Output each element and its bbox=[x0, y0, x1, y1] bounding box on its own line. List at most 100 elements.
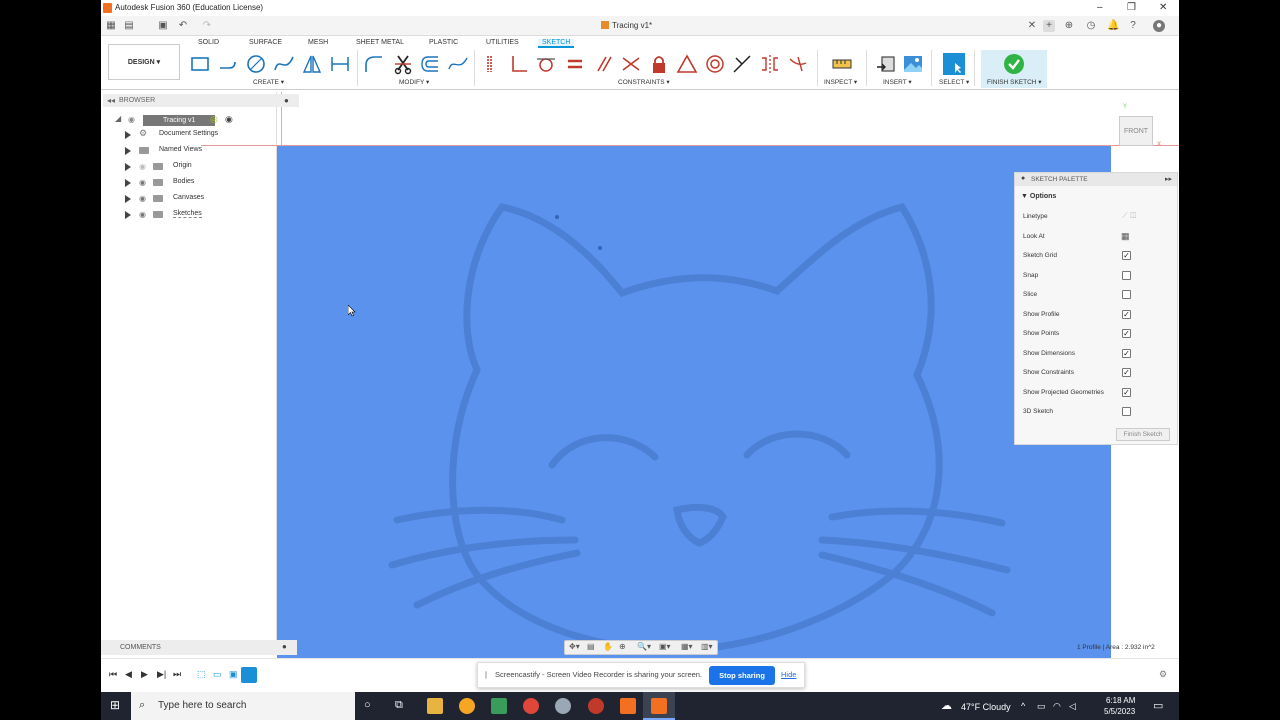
tab-sketch[interactable]: SKETCH bbox=[538, 39, 575, 48]
tab-tracing[interactable]: Tracing v1* bbox=[601, 21, 652, 30]
workspace-switcher[interactable]: DESIGN ▾ bbox=[108, 44, 180, 80]
snap-checkbox[interactable] bbox=[1122, 271, 1131, 280]
curvature-constraint-icon[interactable] bbox=[787, 53, 809, 75]
insert-group-label[interactable]: INSERT ▾ bbox=[883, 78, 912, 86]
task-view-icon[interactable]: ⧉ bbox=[395, 699, 403, 712]
help-icon[interactable]: ? bbox=[1127, 20, 1139, 32]
collinear-constraint-icon[interactable] bbox=[620, 53, 642, 75]
tangent-constraint-icon[interactable] bbox=[535, 53, 557, 75]
browser-pin-icon[interactable]: ● bbox=[284, 96, 289, 105]
spline-edit-tool-icon[interactable] bbox=[447, 53, 469, 75]
tab-surface[interactable]: SURFACE bbox=[249, 39, 282, 46]
concentric-constraint-icon[interactable] bbox=[704, 53, 726, 75]
expand-icon[interactable] bbox=[125, 147, 131, 155]
tab-mesh[interactable]: MESH bbox=[308, 39, 328, 46]
show-projected-geometries-checkbox[interactable]: ✓ bbox=[1122, 388, 1131, 397]
close-icon[interactable]: ✕ bbox=[1159, 2, 1167, 13]
symmetry-constraint-icon[interactable] bbox=[759, 53, 781, 75]
create-group-label[interactable]: CREATE ▾ bbox=[253, 78, 284, 86]
volume-icon[interactable]: ◁ bbox=[1069, 701, 1076, 712]
new-tab-icon[interactable]: + bbox=[1043, 20, 1055, 32]
insert-derive-icon[interactable] bbox=[875, 53, 897, 75]
timeline-canvas-icon[interactable]: ▭ bbox=[213, 669, 222, 680]
avatar[interactable]: ● bbox=[1153, 20, 1165, 32]
rectangle-tool-icon[interactable] bbox=[189, 53, 211, 75]
hide-link[interactable]: Hide bbox=[781, 670, 796, 679]
palette-pin-icon[interactable]: ● bbox=[1021, 175, 1025, 182]
zoom-window-icon[interactable]: 🔍▾ bbox=[637, 642, 651, 651]
midpoint-constraint-icon[interactable] bbox=[676, 53, 698, 75]
close-tab-icon[interactable]: ✕ bbox=[1026, 20, 1038, 32]
grid-settings-icon[interactable]: ▦▾ bbox=[681, 642, 693, 651]
expand-icon[interactable] bbox=[125, 163, 131, 171]
3d-sketch-checkbox[interactable] bbox=[1122, 407, 1131, 416]
sketch-grid-checkbox[interactable]: ✓ bbox=[1122, 251, 1131, 260]
display-settings-icon[interactable]: ▣▾ bbox=[659, 642, 671, 651]
finish-sketch-check-icon[interactable] bbox=[1003, 53, 1025, 75]
spline-tool-icon[interactable] bbox=[273, 53, 295, 75]
equal-constraint-icon[interactable] bbox=[564, 53, 586, 75]
notifications-icon[interactable]: 🔔 bbox=[1107, 20, 1119, 32]
save-icon[interactable]: ▣ bbox=[157, 20, 169, 32]
select-group-label[interactable]: SELECT ▾ bbox=[939, 78, 969, 86]
offset-tool-icon[interactable] bbox=[419, 53, 441, 75]
show-dimensions-checkbox[interactable]: ✓ bbox=[1122, 349, 1131, 358]
zoom-icon[interactable]: ⊕ bbox=[619, 642, 626, 651]
expand-icon[interactable] bbox=[125, 131, 131, 139]
step-back-icon[interactable]: ◀ bbox=[125, 669, 132, 680]
look-at-icon[interactable]: ▦ bbox=[1121, 231, 1130, 242]
browser-item-bodies[interactable]: ◉ Bodies bbox=[125, 176, 255, 190]
dimension-tool-icon[interactable] bbox=[329, 53, 351, 75]
job-status-icon[interactable]: ◷ bbox=[1085, 20, 1097, 32]
calculator-icon[interactable] bbox=[491, 698, 507, 714]
linetype-icon[interactable]: ⟋ ◫ bbox=[1122, 211, 1136, 221]
eye-icon[interactable]: ◉ bbox=[139, 210, 146, 219]
minimize-icon[interactable]: – bbox=[1097, 2, 1103, 13]
expand-root-icon[interactable]: ◢ bbox=[115, 114, 121, 123]
expand-icon[interactable] bbox=[125, 179, 131, 187]
play-icon[interactable]: ▶ bbox=[141, 669, 148, 680]
windows-start-icon[interactable]: ⊞ bbox=[110, 698, 120, 712]
radio-icon[interactable]: ◉ bbox=[225, 114, 233, 125]
root-label[interactable]: Tracing v1 bbox=[143, 115, 215, 126]
firefox-icon[interactable] bbox=[459, 698, 475, 714]
tab-plastic[interactable]: PLASTIC bbox=[429, 39, 458, 46]
cortana-icon[interactable]: ○ bbox=[364, 699, 371, 711]
viewports-icon[interactable]: ▥▾ bbox=[701, 642, 713, 651]
pan-icon[interactable]: ✋ bbox=[603, 642, 613, 651]
constraints-group-label[interactable]: CONSTRAINTS ▾ bbox=[618, 78, 670, 86]
fusion-active-icon[interactable] bbox=[651, 698, 667, 714]
clock-date[interactable]: 5/5/2023 bbox=[1104, 707, 1135, 716]
browser-item-canvases[interactable]: ◉ Canvases bbox=[125, 192, 255, 206]
drag-handle-icon[interactable]: ∥ bbox=[484, 670, 488, 679]
skip-end-icon[interactable]: ⏭ bbox=[173, 669, 181, 680]
inspect-group-label[interactable]: INSPECT ▾ bbox=[824, 78, 857, 86]
redo-icon[interactable]: ↷ bbox=[201, 20, 213, 32]
comments-panel[interactable]: COMMENTS ● bbox=[101, 640, 297, 655]
perpendicular-constraint-icon[interactable] bbox=[508, 53, 530, 75]
fillet-tool-icon[interactable] bbox=[363, 53, 385, 75]
options-section[interactable]: ▼ Options bbox=[1021, 193, 1056, 200]
browser-item-origin[interactable]: ◉ Origin bbox=[125, 160, 255, 174]
eye-hidden-icon[interactable]: ◉ bbox=[139, 162, 146, 171]
expand-icon[interactable] bbox=[125, 195, 131, 203]
chrome-icon[interactable] bbox=[523, 698, 539, 714]
expand-icon[interactable] bbox=[125, 211, 131, 219]
timeline-canvas-icon[interactable]: ▣ bbox=[229, 669, 238, 680]
trim-tool-icon[interactable] bbox=[392, 53, 414, 75]
insert-canvas-icon[interactable] bbox=[902, 53, 924, 75]
activate-icon[interactable]: ◎ bbox=[210, 114, 218, 125]
tab-solid[interactable]: SOLID bbox=[198, 39, 219, 46]
extensions-icon[interactable]: ⊕ bbox=[1063, 20, 1075, 32]
timeline-marker-icon[interactable] bbox=[241, 667, 257, 683]
taskbar-search[interactable]: ⌕ Type here to search bbox=[131, 692, 355, 720]
tray-chevron-icon[interactable]: ^ bbox=[1021, 701, 1025, 711]
skip-start-icon[interactable]: ⏮ bbox=[109, 669, 117, 680]
select-tool-icon[interactable] bbox=[943, 53, 965, 75]
coincident-constraint-icon[interactable] bbox=[482, 53, 504, 75]
weather-cloud-icon[interactable]: ☁ bbox=[941, 699, 952, 712]
file-menu-icon[interactable]: ▤ bbox=[123, 20, 135, 32]
timeline-sketch-icon[interactable]: ⬚ bbox=[197, 669, 206, 680]
undo-icon[interactable]: ↶ bbox=[177, 20, 189, 32]
notification-center-icon[interactable]: ▭ bbox=[1153, 699, 1163, 712]
